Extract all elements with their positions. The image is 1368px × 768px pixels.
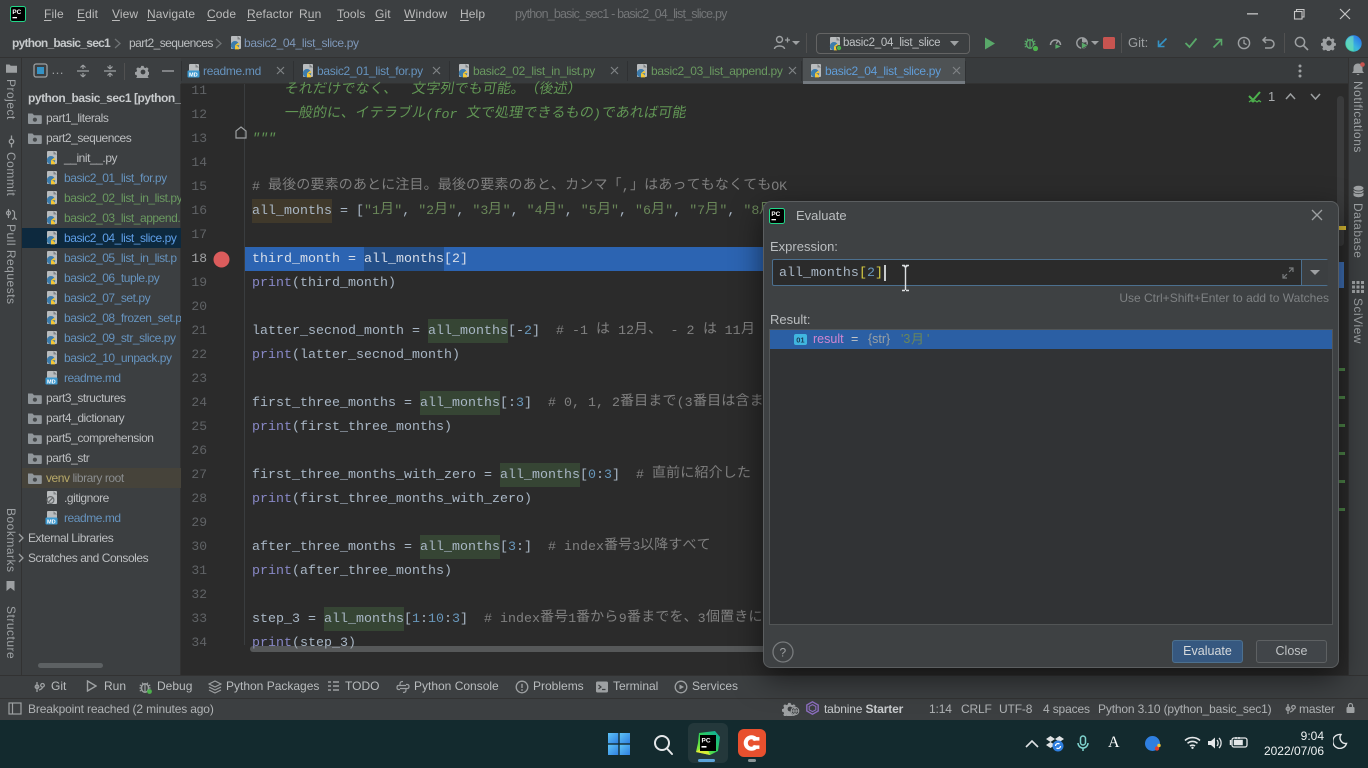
svg-text:01: 01 bbox=[796, 335, 804, 344]
svg-text:?: ? bbox=[780, 646, 787, 660]
svg-text:PC: PC bbox=[702, 738, 711, 745]
svg-text:PC: PC bbox=[771, 211, 780, 218]
